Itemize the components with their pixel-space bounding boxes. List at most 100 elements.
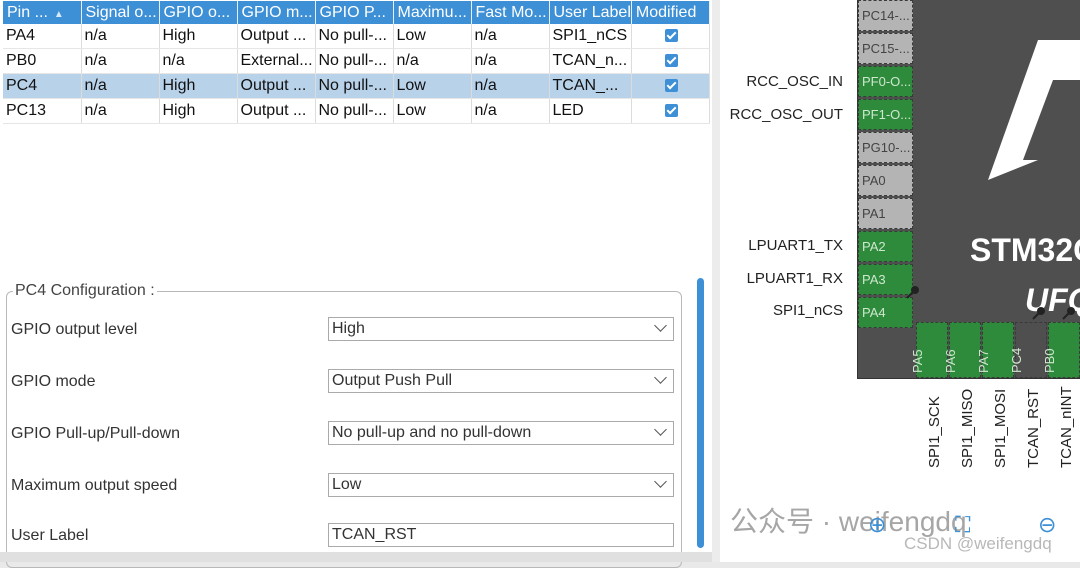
label-spi1-mosi: SPI1_MOSI	[992, 388, 1009, 468]
label-rcc-osc-out: RCC_OSC_OUT	[729, 106, 843, 123]
cell-pin: PC13	[3, 98, 82, 124]
cell-user-label: TCAN_n...	[549, 48, 632, 74]
cell-signal: n/a	[81, 73, 160, 99]
st-logo-icon	[988, 40, 1080, 180]
pull-up-down-label: GPIO Pull-up/Pull-down	[11, 425, 180, 442]
cell-pin: PB0	[3, 48, 82, 74]
gpio-mode-select[interactable]: Output Push Pull	[328, 369, 674, 393]
pin-pa2[interactable]: PA2	[858, 231, 913, 262]
cell-modified	[631, 24, 710, 49]
cell-output: n/a	[159, 48, 238, 74]
select-value: High	[332, 320, 365, 337]
watermark-csdn: CSDN @weifengdq	[904, 534, 1052, 553]
gpio-mode-label: GPIO mode	[11, 373, 96, 390]
col-header-pin[interactable]: Pin ... ▲	[3, 1, 82, 24]
label-tcan-rst: TCAN_RST	[1025, 388, 1042, 468]
col-header-gpio-output[interactable]: GPIO o...	[159, 1, 238, 24]
pin-pg10[interactable]: PG10-...	[858, 132, 913, 163]
cell-fast-mode: n/a	[471, 24, 550, 49]
cell-signal: n/a	[81, 24, 160, 49]
cell-output: High	[159, 24, 238, 49]
pin-pc14[interactable]: PC14-...	[858, 0, 913, 31]
zoom-out-icon[interactable]: ⊖	[1038, 512, 1056, 538]
zoom-in-icon[interactable]: ⊕	[868, 512, 886, 538]
col-header-gpio-mode[interactable]: GPIO m...	[237, 1, 316, 24]
cell-mode: Output ...	[237, 24, 316, 49]
chevron-down-icon	[654, 423, 667, 436]
label-tcan-nint: TCAN_nINT	[1058, 386, 1075, 468]
cell-modified	[631, 98, 710, 124]
chevron-down-icon	[654, 319, 667, 332]
cell-pin: PA4	[3, 24, 82, 49]
checkbox-checked-icon[interactable]	[665, 29, 679, 43]
cell-max-speed: Low	[393, 98, 472, 124]
cell-mode: Output ...	[237, 73, 316, 99]
col-header-gpio-pull[interactable]: GPIO P...	[315, 1, 394, 24]
pin-pb0[interactable]: PB0	[1042, 322, 1080, 378]
pushpin-icon	[906, 286, 919, 299]
user-label-input[interactable]: TCAN_RST	[328, 523, 674, 547]
pin-label: PA5	[910, 349, 925, 373]
label-spi1-sck: SPI1_SCK	[926, 396, 943, 468]
config-title: PC4 Configuration :	[15, 282, 155, 299]
table-row[interactable]: PB0 n/a n/a External... No pull-... n/a …	[3, 48, 710, 74]
pushpin-icon	[1032, 307, 1045, 320]
col-header-user-label[interactable]: User Label	[549, 1, 632, 24]
chip-pinout-view: PC14-... PC15-... PF0-O... PF1-O... PG10…	[720, 0, 1080, 562]
output-level-select[interactable]: High	[328, 317, 674, 341]
cell-user-label: TCAN_...	[549, 73, 632, 99]
fit-view-icon[interactable]: ⛶	[955, 512, 970, 538]
label-lpuart1-rx: LPUART1_RX	[746, 270, 843, 287]
pin-pa0[interactable]: PA0	[858, 165, 913, 196]
pin-pa3[interactable]: PA3	[858, 264, 913, 295]
cell-output: High	[159, 73, 238, 99]
cell-fast-mode: n/a	[471, 73, 550, 99]
table-row-selected[interactable]: PC4 n/a High Output ... No pull-... Low …	[3, 73, 710, 99]
pushpin-icon	[1062, 307, 1075, 320]
checkbox-checked-icon[interactable]	[665, 104, 679, 118]
cell-pull: No pull-...	[315, 98, 394, 124]
cell-signal: n/a	[81, 48, 160, 74]
col-header-fast-mode[interactable]: Fast Mo...	[471, 1, 550, 24]
cell-mode: External...	[237, 48, 316, 74]
checkbox-checked-icon[interactable]	[665, 54, 679, 68]
cell-pull: No pull-...	[315, 48, 394, 74]
label-spi1-ncs: SPI1_nCS	[772, 302, 843, 319]
panel-divider[interactable]	[712, 0, 720, 562]
cell-signal: n/a	[81, 98, 160, 124]
pin-pf1[interactable]: PF1-O...	[858, 99, 913, 130]
label-spi1-miso: SPI1_MISO	[959, 388, 976, 468]
cell-modified	[631, 48, 710, 74]
pin-pc15[interactable]: PC15-...	[858, 33, 913, 64]
pin-pf0[interactable]: PF0-O...	[858, 66, 913, 97]
select-value: Output Push Pull	[332, 372, 453, 389]
vertical-scrollbar[interactable]	[697, 278, 704, 548]
gpio-pin-table: Pin ... ▲ Signal o... GPIO o... GPIO m...…	[3, 1, 710, 124]
cell-mode: Output ...	[237, 98, 316, 124]
horizontal-scrollbar[interactable]	[0, 552, 712, 562]
pull-up-down-select[interactable]: No pull-up and no pull-down	[328, 421, 674, 445]
max-speed-select[interactable]: Low	[328, 473, 674, 497]
cell-fast-mode: n/a	[471, 98, 550, 124]
table-row[interactable]: PC13 n/a High Output ... No pull-... Low…	[3, 98, 710, 124]
col-header-modified[interactable]: Modified	[631, 1, 710, 24]
pin-pa4[interactable]: PA4	[858, 297, 913, 328]
col-header-max-speed[interactable]: Maximu...	[393, 1, 472, 24]
cell-pull: No pull-...	[315, 24, 394, 49]
pin-label: PB0	[1042, 348, 1057, 373]
pin-label: PA7	[976, 349, 991, 373]
cell-max-speed: Low	[393, 24, 472, 49]
checkbox-checked-icon[interactable]	[665, 79, 679, 93]
cell-modified	[631, 73, 710, 99]
cell-max-speed: Low	[393, 73, 472, 99]
select-value: No pull-up and no pull-down	[332, 424, 532, 441]
cell-fast-mode: n/a	[471, 48, 550, 74]
label-rcc-osc-in: RCC_OSC_IN	[746, 73, 843, 90]
pin-configuration-panel: Pin ... ▲ Signal o... GPIO o... GPIO m...…	[0, 0, 712, 568]
table-row[interactable]: PA4 n/a High Output ... No pull-... Low …	[3, 24, 710, 49]
label-lpuart1-tx: LPUART1_TX	[748, 237, 843, 254]
col-header-signal[interactable]: Signal o...	[81, 1, 160, 24]
pin-pa1[interactable]: PA1	[858, 198, 913, 229]
max-speed-label: Maximum output speed	[11, 477, 178, 494]
cell-pull: No pull-...	[315, 73, 394, 99]
